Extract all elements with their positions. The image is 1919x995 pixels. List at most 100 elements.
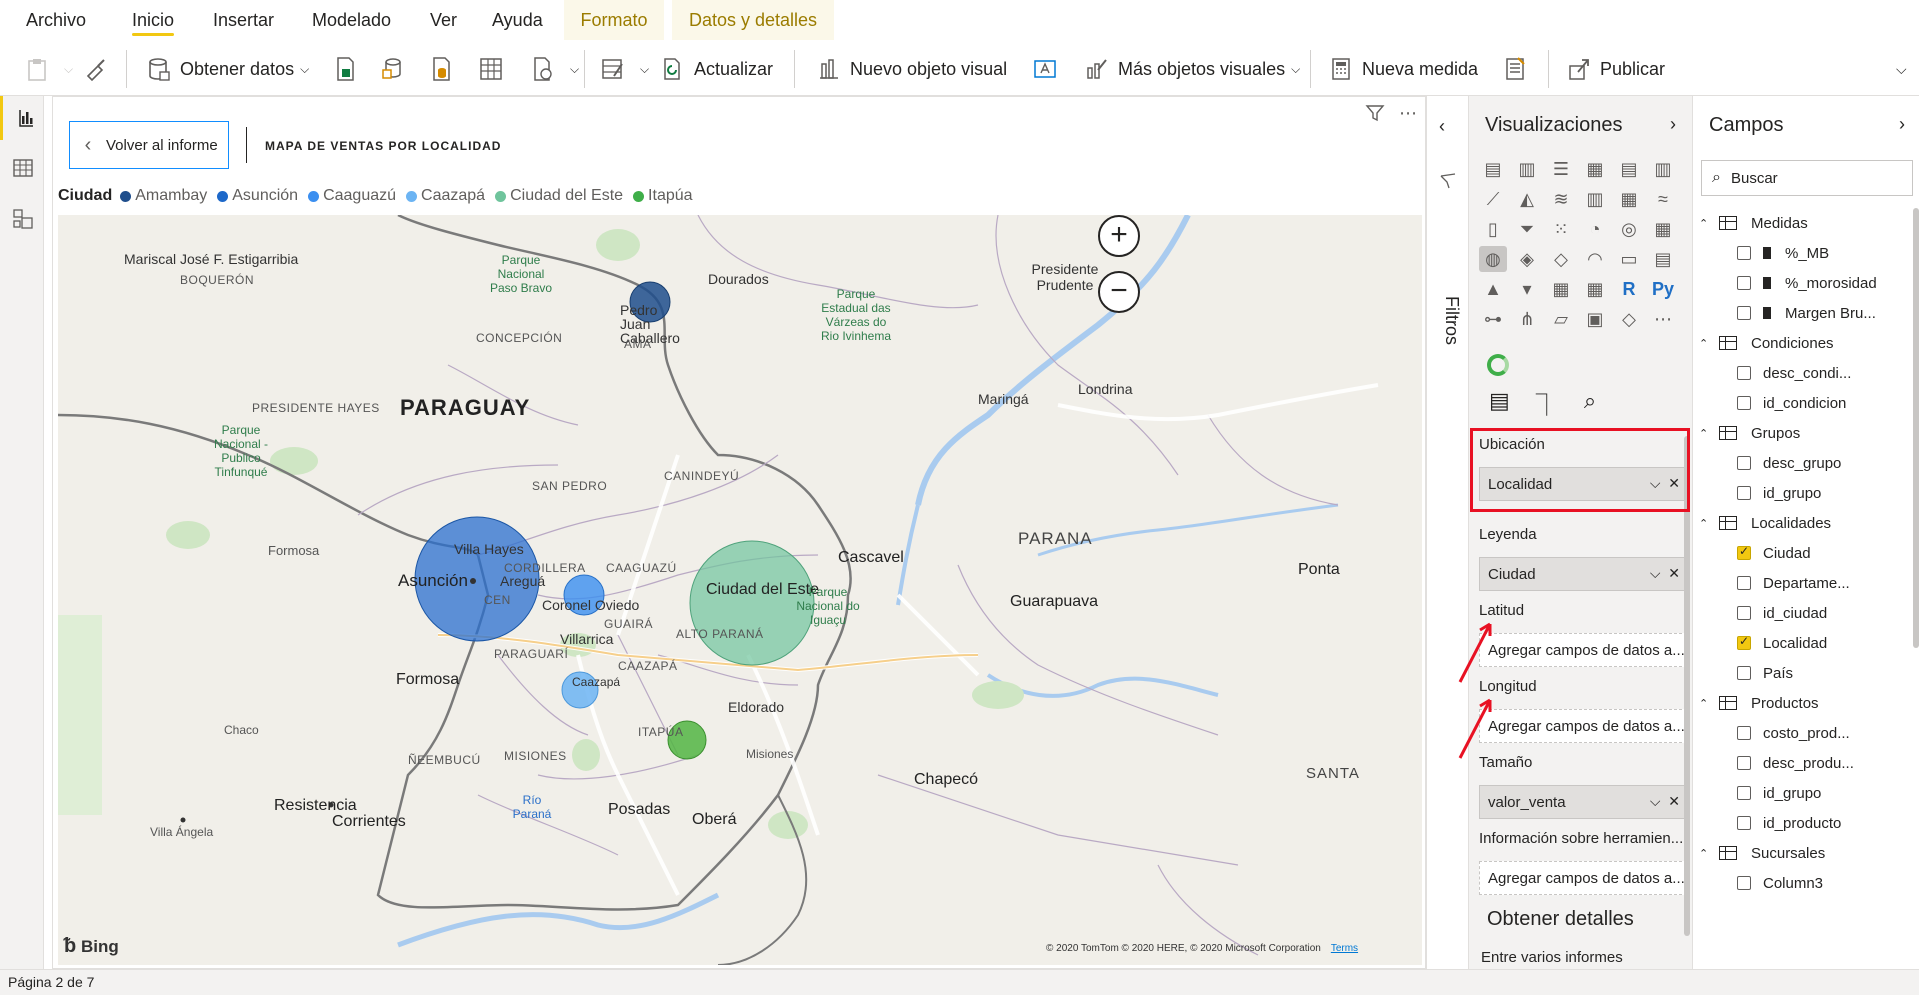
recent-sources-button[interactable]: ⌵ — [530, 50, 579, 88]
field-checkbox[interactable] — [1737, 816, 1751, 830]
field-item[interactable]: País — [1693, 658, 1915, 688]
chevron-right-icon[interactable]: › — [1899, 114, 1905, 135]
legend-item[interactable]: Caazapá — [406, 187, 485, 205]
funnel-icon[interactable]: ⏷ — [1513, 216, 1541, 242]
field-checkbox[interactable] — [1737, 246, 1751, 260]
tab-ver[interactable]: Ver — [418, 0, 469, 40]
donut-chart-icon[interactable]: ◎ — [1615, 216, 1643, 242]
ribbon-chart-icon[interactable]: ≈ — [1649, 186, 1677, 212]
close-icon[interactable]: ✕ — [1668, 565, 1680, 581]
nueva-medida-button[interactable]: Nueva medida — [1328, 50, 1478, 88]
field-table-grupos[interactable]: ⌃ Grupos — [1693, 418, 1915, 448]
legend-item[interactable]: Asunción — [217, 187, 298, 205]
field-checkbox[interactable] — [1737, 306, 1751, 320]
smart-narrative-icon[interactable]: ▣ — [1581, 306, 1609, 332]
text-box-button[interactable] — [1032, 50, 1066, 88]
field-item[interactable]: desc_condi... — [1693, 358, 1915, 388]
pie-chart-icon[interactable]: ◔ — [1581, 216, 1609, 242]
field-item[interactable]: id_ciudad — [1693, 598, 1915, 628]
table-visual-icon[interactable]: ▦ — [1547, 276, 1575, 302]
close-icon[interactable]: ✕ — [1668, 793, 1680, 809]
collapse-chevron-icon[interactable]: ⌃ — [1699, 697, 1713, 710]
shape-map-icon[interactable]: ◇ — [1547, 246, 1575, 272]
field-item[interactable]: Margen Bru... — [1693, 298, 1915, 328]
field-item[interactable]: desc_produ... — [1693, 748, 1915, 778]
dataset-button[interactable] — [380, 50, 414, 88]
field-item[interactable]: id_grupo — [1693, 778, 1915, 808]
field-item[interactable]: desc_grupo — [1693, 448, 1915, 478]
latitud-drop-zone[interactable]: Agregar campos de datos a... — [1479, 633, 1687, 667]
legend-item[interactable]: Amambay — [120, 187, 207, 205]
field-checkbox[interactable] — [1737, 576, 1751, 590]
field-table-condiciones[interactable]: ⌃ Condiciones — [1693, 328, 1915, 358]
longitud-drop-zone[interactable]: Agregar campos de datos a... — [1479, 709, 1687, 743]
field-checkbox[interactable] — [1737, 544, 1751, 560]
field-item[interactable]: %_morosidad — [1693, 268, 1915, 298]
collapse-chevron-icon[interactable]: ⌃ — [1699, 517, 1713, 530]
legend-item[interactable]: Ciudad del Este — [495, 187, 623, 205]
field-checkbox[interactable] — [1737, 876, 1751, 890]
data-view-button[interactable] — [0, 146, 44, 190]
terms-link[interactable]: Terms — [1331, 943, 1358, 954]
scatter-icon[interactable]: ⁙ — [1547, 216, 1575, 242]
legend-item[interactable]: Caaguazú — [308, 187, 396, 205]
field-item[interactable]: id_producto — [1693, 808, 1915, 838]
tab-ayuda[interactable]: Ayuda — [480, 0, 555, 40]
filled-map-icon[interactable]: ◈ — [1513, 246, 1541, 272]
field-checkbox[interactable] — [1737, 634, 1751, 650]
qa-icon[interactable]: ▱ — [1547, 306, 1575, 332]
fields-tab-icon[interactable]: ▤ — [1489, 388, 1510, 420]
tab-archivo[interactable]: Archivo — [14, 0, 98, 40]
multi-row-card-icon[interactable]: ▤ — [1649, 246, 1677, 272]
collapse-chevron-icon[interactable]: ⌃ — [1699, 427, 1713, 440]
quick-measure-button[interactable] — [1502, 50, 1536, 88]
field-item[interactable]: %_MB — [1693, 238, 1915, 268]
publicar-button[interactable]: Publicar — [1566, 50, 1665, 88]
treemap-icon[interactable]: ▦ — [1649, 216, 1677, 242]
stacked-column-icon[interactable]: ▥ — [1513, 156, 1541, 182]
field-item[interactable]: Ciudad — [1693, 538, 1915, 568]
collapse-chevron-icon[interactable]: ⌃ — [1699, 847, 1713, 860]
mas-objetos-visuales-button[interactable]: Más objetos visuales ⌵ — [1084, 50, 1300, 88]
python-visual-icon[interactable]: Py — [1649, 276, 1677, 302]
format-painter-button[interactable] — [84, 50, 118, 88]
kpi-icon[interactable]: ▲ — [1479, 276, 1507, 302]
stacked-area-icon[interactable]: ≋ — [1547, 186, 1575, 212]
sql-button[interactable] — [428, 50, 462, 88]
collapse-chevron-icon[interactable]: ⌃ — [1699, 217, 1713, 230]
field-checkbox[interactable] — [1737, 726, 1751, 740]
field-table-localidades[interactable]: ⌃ Localidades — [1693, 508, 1915, 538]
field-checkbox[interactable] — [1737, 606, 1751, 620]
field-item[interactable]: Column3 — [1693, 868, 1915, 898]
model-view-button[interactable] — [0, 196, 44, 240]
field-checkbox[interactable] — [1737, 276, 1751, 290]
waterfall-icon[interactable]: ▯ — [1479, 216, 1507, 242]
report-view-button[interactable] — [0, 96, 44, 140]
slicer-icon[interactable]: ▾ — [1513, 276, 1541, 302]
field-table-productos[interactable]: ⌃ Productos — [1693, 688, 1915, 718]
field-checkbox[interactable] — [1737, 666, 1751, 680]
gauge-icon[interactable]: ◠ — [1581, 246, 1609, 272]
fields-search-input[interactable]: ⌕ Buscar — [1701, 160, 1913, 196]
custom-visual-icon[interactable] — [1487, 354, 1509, 376]
field-checkbox[interactable] — [1737, 396, 1751, 410]
excel-button[interactable] — [332, 50, 366, 88]
field-checkbox[interactable] — [1737, 366, 1751, 380]
arcgis-icon[interactable]: ◇ — [1615, 306, 1643, 332]
tooltips-drop-zone[interactable]: Agregar campos de datos a... — [1479, 861, 1687, 895]
field-item[interactable]: id_condicion — [1693, 388, 1915, 418]
r-visual-icon[interactable]: R — [1615, 276, 1643, 302]
map-icon[interactable]: ◍ — [1479, 246, 1507, 272]
field-checkbox[interactable] — [1737, 486, 1751, 500]
field-table-medidas[interactable]: ⌃ Medidas — [1693, 208, 1915, 238]
field-item[interactable]: costo_prod... — [1693, 718, 1915, 748]
tab-datos-y-detalles[interactable]: Datos y detalles — [672, 0, 834, 40]
field-item[interactable]: Departame... — [1693, 568, 1915, 598]
legend-item[interactable]: Itapúa — [633, 187, 693, 205]
line-chart-icon[interactable]: ⟋ — [1479, 186, 1507, 212]
bubble-map[interactable]: Mariscal José F. Estigarribia BOQUERÓN P… — [58, 215, 1422, 965]
100-column-icon[interactable]: ▥ — [1649, 156, 1677, 182]
filters-pane[interactable]: ‹ Filtros — [1426, 96, 1468, 969]
field-item[interactable]: id_grupo — [1693, 478, 1915, 508]
paste-button[interactable]: ⌵ — [24, 50, 73, 88]
